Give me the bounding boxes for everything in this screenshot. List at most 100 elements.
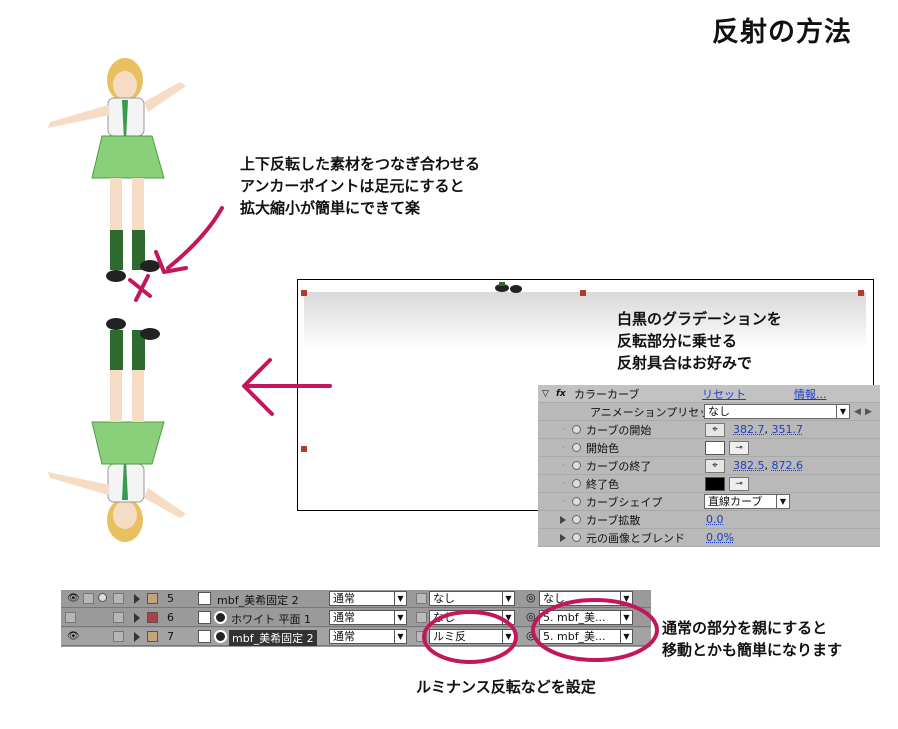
curve-start-label: カーブの開始 — [586, 423, 652, 437]
blend-mode-select[interactable]: 通常 ▼ — [329, 629, 407, 644]
layer-row[interactable]: 👁 7 mbf_美希固定 2 通常 ▼ ルミ反 ▼ ◎ 5. mbf_美... ▼ — [61, 628, 651, 646]
dropdown-arrow-icon: ▼ — [620, 592, 632, 605]
luminance-note: ルミナンス反転などを設定 — [416, 676, 596, 698]
effect-header-row: ▽ fx カラーカーブ リセット 情報... — [538, 385, 880, 403]
image-layer-icon — [198, 592, 211, 605]
start-color-label: 開始色 — [586, 441, 619, 455]
page-title: 反射の方法 — [712, 17, 852, 48]
parent-select[interactable]: 5. mbf_美... ▼ — [539, 629, 633, 644]
feet-silhouette — [495, 282, 522, 293]
stopwatch-icon[interactable] — [572, 515, 581, 524]
parent-select[interactable]: 5. mbf_美... ▼ — [539, 610, 633, 625]
audio-toggle[interactable] — [83, 593, 94, 604]
visibility-toggle[interactable] — [65, 612, 76, 623]
layer-row[interactable]: 👁 5 mbf_美希固定 2 通常 ▼ なし ▼ ◎ なし ▼ — [61, 590, 651, 608]
layer-number: 5 — [167, 592, 174, 605]
eyedropper-icon[interactable]: ⊸ — [729, 476, 749, 491]
dropdown-arrow-icon: ▼ — [394, 592, 406, 605]
track-matte-select[interactable]: なし ▼ — [429, 610, 515, 625]
pickwhip-icon[interactable]: ◎ — [526, 629, 536, 642]
lock-toggle[interactable] — [113, 593, 124, 604]
dropdown-arrow-icon: ▼ — [394, 611, 406, 624]
curve-diffusion-row: カーブ拡散 0.0 — [538, 511, 880, 529]
blend-original-value[interactable]: 0.0% — [706, 531, 734, 544]
parent-note-line-1: 通常の部分を親にすると — [662, 619, 828, 637]
effect-name: カラーカーブ — [574, 387, 640, 401]
eyedropper-icon[interactable]: ⊸ — [729, 440, 749, 455]
curve-shape-select[interactable]: 直線カーブ ▼ — [704, 494, 790, 509]
preserve-transparency-toggle[interactable] — [416, 612, 427, 623]
fx-icon[interactable]: fx — [556, 389, 566, 399]
stopwatch-icon[interactable] — [572, 479, 581, 488]
layer-handle-top-left[interactable] — [301, 290, 307, 296]
stopwatch-icon[interactable] — [572, 461, 581, 470]
blend-mode-select[interactable]: 通常 ▼ — [329, 610, 407, 625]
expand-triangle-icon[interactable] — [134, 613, 140, 623]
curve-shape-value: 直線カーブ — [708, 495, 763, 508]
expand-triangle-icon[interactable] — [560, 515, 566, 524]
reset-link[interactable]: リセット — [702, 386, 746, 402]
preserve-transparency-toggle[interactable] — [416, 593, 427, 604]
timeline-layer-panel: 👁 5 mbf_美希固定 2 通常 ▼ なし ▼ ◎ なし ▼ 6 ホワイト 平面 1… — [61, 590, 651, 647]
curve-diffusion-label: カーブ拡散 — [586, 513, 641, 527]
anchor-point-note: 上下反転した素材をつなぎ合わせる アンカーポイントは足元にすると 拡大縮小が簡単… — [240, 153, 480, 219]
layer-handle-top-right[interactable] — [858, 290, 864, 296]
preserve-transparency-toggle[interactable] — [416, 631, 427, 642]
dropdown-arrow-icon: ▼ — [776, 495, 789, 508]
track-matte-select[interactable]: なし ▼ — [429, 591, 515, 606]
label-color-chip[interactable] — [147, 612, 158, 623]
crosshair-icon[interactable]: ⌖ — [705, 458, 725, 473]
curve-end-value[interactable]: 382.5, 872.6 — [733, 459, 803, 472]
info-link[interactable]: 情報... — [794, 386, 827, 402]
curve-diffusion-value[interactable]: 0.0 — [706, 513, 724, 526]
blend-original-row: 元の画像とブレンド 0.0% — [538, 529, 880, 547]
anchor-note-line-3: 拡大縮小が簡単にできて楽 — [240, 199, 421, 217]
next-preset-icon[interactable]: ▶ — [865, 407, 872, 417]
label-color-chip[interactable] — [147, 631, 158, 642]
eye-icon[interactable]: 👁 — [67, 631, 80, 642]
layer-name[interactable]: mbf_美希固定 2 — [229, 630, 317, 646]
collapse-triangle-icon[interactable]: ▽ — [542, 389, 549, 399]
pickwhip-icon[interactable]: ◎ — [526, 591, 536, 604]
gradient-note-line-2: 反転部分に乗せる — [617, 332, 738, 350]
layer-handle-top-center[interactable] — [580, 290, 586, 296]
eye-icon[interactable]: 👁 — [67, 593, 80, 604]
track-matte-select[interactable]: ルミ反 ▼ — [429, 629, 515, 644]
layer-handle-left-mid[interactable] — [301, 446, 307, 452]
pickwhip-icon[interactable]: ◎ — [526, 610, 536, 623]
end-color-swatch[interactable] — [705, 476, 725, 491]
solo-toggle[interactable] — [98, 593, 107, 602]
lock-toggle[interactable] — [113, 631, 124, 642]
blend-mode-select[interactable]: 通常 ▼ — [329, 591, 407, 606]
layer-name[interactable]: mbf_美希固定 2 — [217, 592, 299, 608]
stopwatch-icon[interactable] — [572, 425, 581, 434]
lock-toggle[interactable] — [113, 612, 124, 623]
crosshair-icon[interactable]: ⌖ — [705, 422, 725, 437]
start-color-swatch[interactable] — [705, 440, 725, 455]
parent-note: 通常の部分を親にすると 移動とかも簡単になります — [662, 617, 842, 661]
luminance-note-line: ルミナンス反転などを設定 — [416, 678, 596, 696]
preset-select[interactable]: なし ▼ — [704, 404, 850, 419]
expand-triangle-icon[interactable] — [134, 632, 140, 642]
reflected-figure — [48, 318, 186, 542]
gradient-arrowhead — [242, 358, 274, 416]
effect-controls-panel: ▽ fx カラーカーブ リセット 情報... アニメーションプリセット： なし … — [538, 385, 880, 547]
parent-select[interactable]: なし ▼ — [539, 591, 633, 606]
layer-number: 6 — [167, 611, 174, 624]
gradient-note-line-3: 反射具合はお好みで — [617, 354, 753, 372]
expand-triangle-icon[interactable] — [134, 594, 140, 604]
layer-row[interactable]: 6 ホワイト 平面 1 通常 ▼ なし ▼ ◎ 5. mbf_美... ▼ — [61, 609, 651, 627]
matte-icon — [214, 630, 227, 643]
expand-triangle-icon[interactable] — [560, 533, 566, 542]
label-color-chip[interactable] — [147, 593, 158, 604]
matte-icon — [214, 611, 227, 624]
curve-end-label: カーブの終了 — [586, 459, 652, 473]
dropdown-arrow-icon: ▼ — [502, 592, 514, 605]
stopwatch-icon[interactable] — [572, 533, 581, 542]
prev-preset-icon[interactable]: ◀ — [854, 407, 861, 417]
stopwatch-icon[interactable] — [572, 443, 581, 452]
start-color-row: · 開始色 ⊸ — [538, 439, 880, 457]
stopwatch-icon[interactable] — [572, 497, 581, 506]
curve-start-value[interactable]: 382.7, 351.7 — [733, 423, 803, 436]
layer-name[interactable]: ホワイト 平面 1 — [231, 611, 311, 627]
